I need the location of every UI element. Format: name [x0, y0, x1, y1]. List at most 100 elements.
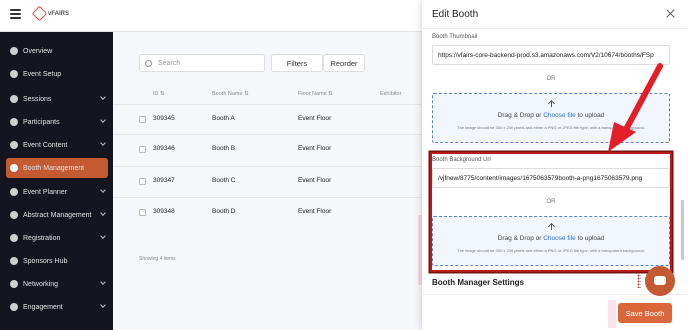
booth-icon	[10, 164, 18, 172]
chevron-down-icon	[100, 94, 106, 100]
search-icon	[145, 59, 152, 67]
sidebar-item-overview[interactable]: Overview	[0, 41, 113, 61]
row-checkbox[interactable]	[139, 116, 146, 123]
table-row[interactable]: 309348 Booth D Event Floor	[113, 197, 423, 227]
networking-icon	[10, 280, 18, 288]
thumbnail-label: Booth Thumbnail	[432, 34, 478, 40]
filters-label: Filters	[286, 58, 308, 68]
sidebar-item-participants[interactable]: Participants	[0, 112, 113, 132]
cell-floor-name: Event Floor	[298, 145, 332, 152]
chevron-down-icon	[100, 210, 106, 216]
planner-icon	[10, 188, 18, 196]
registration-icon	[10, 234, 18, 242]
chevron-down-icon	[100, 117, 106, 123]
row-checkbox[interactable]	[139, 209, 146, 216]
table-row[interactable]: 309347 Booth C Event Floor	[113, 166, 423, 196]
cell-id: 309347	[153, 177, 175, 184]
cell-booth-name: Booth B	[212, 145, 236, 152]
sidebar-item-label: Abstract Management	[23, 211, 92, 219]
table-row[interactable]: 309345 Booth A Event Floor	[113, 104, 423, 134]
sidebar-item-label: Booth Management	[23, 164, 85, 172]
save-booth-label: Save Booth	[625, 308, 665, 318]
sidebar-item-sponsors-hub[interactable]: Sponsors Hub	[0, 251, 113, 271]
column-header-id[interactable]: ID ⇅	[153, 91, 165, 97]
chevron-down-icon	[100, 140, 106, 146]
search-placeholder: Search	[158, 59, 181, 67]
highlight-box	[430, 152, 672, 272]
cell-booth-name: Booth C	[212, 177, 236, 184]
engagement-icon	[10, 303, 18, 311]
hamburger-menu-icon[interactable]	[10, 9, 21, 19]
sessions-icon	[10, 95, 18, 103]
cell-id: 309346	[153, 145, 175, 152]
dots-decoration	[637, 274, 641, 288]
logo-mark-icon	[31, 5, 48, 22]
table-row[interactable]: 309346 Booth B Event Floor	[113, 134, 423, 164]
scrollbar[interactable]	[681, 200, 684, 260]
divider	[422, 28, 688, 29]
sidebar-item-event-setup[interactable]: Event Setup	[0, 64, 113, 84]
chevron-down-icon	[100, 279, 106, 285]
booth-manager-settings-heading: Booth Manager Settings	[432, 278, 525, 287]
thumbnail-url-value: https://vfairs-core-backend-prod.s3.amaz…	[438, 51, 654, 59]
chat-bubble-icon[interactable]	[645, 266, 675, 296]
reorder-label: Reorder	[330, 58, 358, 68]
column-header-booth-name[interactable]: Booth Name ⇅	[212, 91, 249, 97]
content-icon	[10, 141, 18, 149]
sidebar-item-label: Networking	[23, 280, 59, 288]
sidebar-item-networking[interactable]: Networking	[0, 274, 113, 294]
drawer-title: Edit Booth	[432, 9, 479, 20]
annotation-arrow-icon	[608, 63, 663, 152]
sidebar-item-label: Engagement	[23, 303, 63, 311]
sidebar-item-label: Registration	[23, 234, 61, 242]
sidebar-item-label: Overview	[23, 47, 53, 55]
sidebar-item-registration[interactable]: Registration	[0, 228, 113, 248]
row-checkbox[interactable]	[139, 178, 146, 185]
chevron-down-icon	[100, 302, 106, 308]
column-header-floor-name[interactable]: Floor Name ⇅	[298, 91, 333, 97]
choose-file-link[interactable]: Choose file	[543, 112, 576, 119]
table-footer-count: Showing 4 items	[139, 256, 176, 262]
sidebar-item-abstract-management[interactable]: Abstract Management	[0, 205, 113, 225]
sidebar-item-label: Sessions	[23, 95, 52, 103]
sidebar-item-label: Participants	[23, 118, 60, 126]
sidebar-item-label: Event Content	[23, 141, 68, 149]
filters-button[interactable]: Filters	[271, 54, 323, 72]
save-booth-button[interactable]: Save Booth	[618, 303, 672, 323]
upload-icon	[547, 100, 556, 108]
sidebar-item-event-content[interactable]: Event Content	[0, 135, 113, 155]
cell-floor-name: Event Floor	[298, 177, 332, 184]
sidebar-item-event-planner[interactable]: Event Planner	[0, 182, 113, 202]
footer-decoration	[608, 300, 616, 328]
logo-text: vFAIRS	[48, 10, 70, 17]
cell-id: 309345	[153, 115, 175, 122]
chevron-down-icon	[100, 233, 106, 239]
sidebar-item-label: Sponsors Hub	[23, 257, 68, 265]
overview-icon	[10, 47, 18, 55]
cell-floor-name: Event Floor	[298, 208, 332, 215]
sponsors-icon	[10, 257, 18, 265]
settings-icon	[10, 70, 18, 78]
sidebar: Overview Event Setup Sessions Participan…	[0, 32, 113, 330]
sidebar-item-label: Event Setup	[23, 70, 62, 78]
sidebar-item-label: Event Planner	[23, 188, 67, 196]
close-icon[interactable]	[666, 9, 675, 18]
cell-booth-name: Booth D	[212, 208, 236, 215]
sidebar-item-engagement[interactable]: Engagement	[0, 297, 113, 317]
abstract-icon	[10, 211, 18, 219]
dropzone-text-prefix: Drag & Drop or	[497, 112, 544, 119]
cell-booth-name: Booth A	[212, 115, 235, 122]
reorder-button[interactable]: Reorder	[323, 54, 365, 72]
sidebar-item-sessions[interactable]: Sessions	[0, 89, 113, 109]
search-input[interactable]: Search	[139, 54, 265, 72]
chevron-down-icon	[100, 187, 106, 193]
cell-id: 309348	[153, 208, 175, 215]
vfairs-logo[interactable]: vFAIRS	[31, 5, 70, 22]
participants-icon	[10, 118, 18, 126]
cell-floor-name: Event Floor	[298, 115, 332, 122]
sidebar-item-booth-management[interactable]: Booth Management	[6, 158, 108, 178]
column-header-exhibitor[interactable]: Exhibitor	[380, 91, 401, 97]
divider	[422, 294, 688, 295]
row-checkbox[interactable]	[139, 146, 146, 153]
table-header: ID ⇅ Booth Name ⇅ Floor Name ⇅ Exhibitor	[113, 84, 423, 104]
